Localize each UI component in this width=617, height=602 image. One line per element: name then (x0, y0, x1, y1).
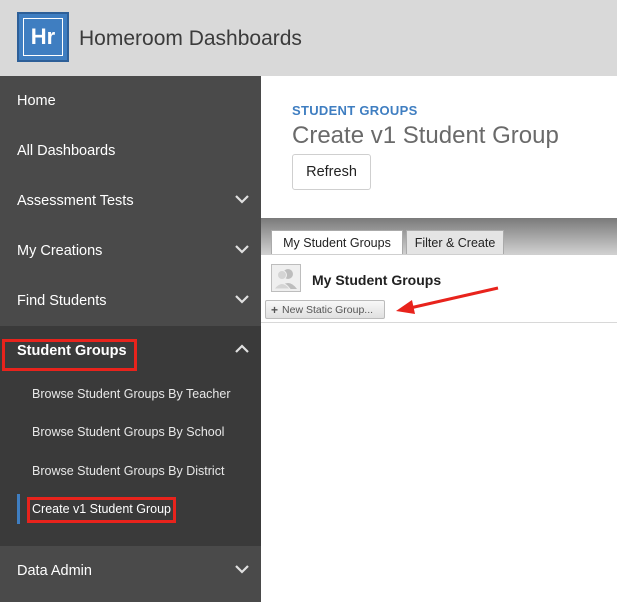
nav-label: My Creations (17, 243, 103, 259)
sub-item-browse-by-district[interactable]: Browse Student Groups By District (32, 464, 224, 478)
divider (261, 322, 617, 323)
chevron-down-icon (235, 295, 249, 304)
chevron-down-icon (235, 195, 249, 204)
active-indicator (17, 494, 20, 524)
annotation-arrow-icon (396, 286, 499, 314)
main-content: STUDENT GROUPS Create v1 Student Group R… (261, 76, 617, 602)
chevron-up-icon (235, 344, 249, 353)
sub-item-browse-by-school[interactable]: Browse Student Groups By School (32, 425, 224, 439)
app-header: Hr Homeroom Dashboards (0, 0, 617, 76)
nav-label: Find Students (17, 293, 107, 309)
nav-item-assessment-tests[interactable]: Assessment Tests (0, 176, 261, 226)
nav-item-data-admin[interactable]: Data Admin (0, 546, 261, 596)
group-icon (271, 264, 301, 292)
app-title: Homeroom Dashboards (79, 27, 302, 50)
tab-my-student-groups[interactable]: My Student Groups (271, 230, 403, 254)
tab-filter-and-create[interactable]: Filter & Create (406, 230, 504, 254)
nav-label: Home (17, 93, 56, 109)
nav-label: Assessment Tests (17, 193, 134, 209)
highlight-student-groups (2, 339, 137, 371)
tab-bar: My Student Groups Filter & Create (261, 218, 617, 254)
nav-item-my-creations[interactable]: My Creations (0, 226, 261, 276)
new-static-group-button[interactable]: + New Static Group... (265, 300, 385, 319)
nav-label: Data Admin (17, 563, 92, 579)
new-static-group-label: New Static Group... (282, 303, 374, 316)
nav-item-all-dashboards[interactable]: All Dashboards (0, 126, 261, 176)
highlight-create-v1 (27, 497, 176, 523)
sub-item-browse-by-teacher[interactable]: Browse Student Groups By Teacher (32, 387, 231, 401)
chevron-down-icon (235, 245, 249, 254)
refresh-button[interactable]: Refresh (292, 154, 371, 190)
nav-item-find-students[interactable]: Find Students (0, 276, 261, 326)
nav-item-home[interactable]: Home (0, 76, 261, 126)
homeroom-logo[interactable]: Hr (17, 12, 69, 62)
nav-label: All Dashboards (17, 143, 116, 159)
section-label: STUDENT GROUPS (292, 103, 418, 118)
chevron-down-icon (235, 565, 249, 574)
logo-text: Hr (23, 18, 63, 56)
page-title: Create v1 Student Group (292, 122, 559, 149)
plus-icon: + (271, 302, 279, 317)
divider (261, 254, 617, 255)
